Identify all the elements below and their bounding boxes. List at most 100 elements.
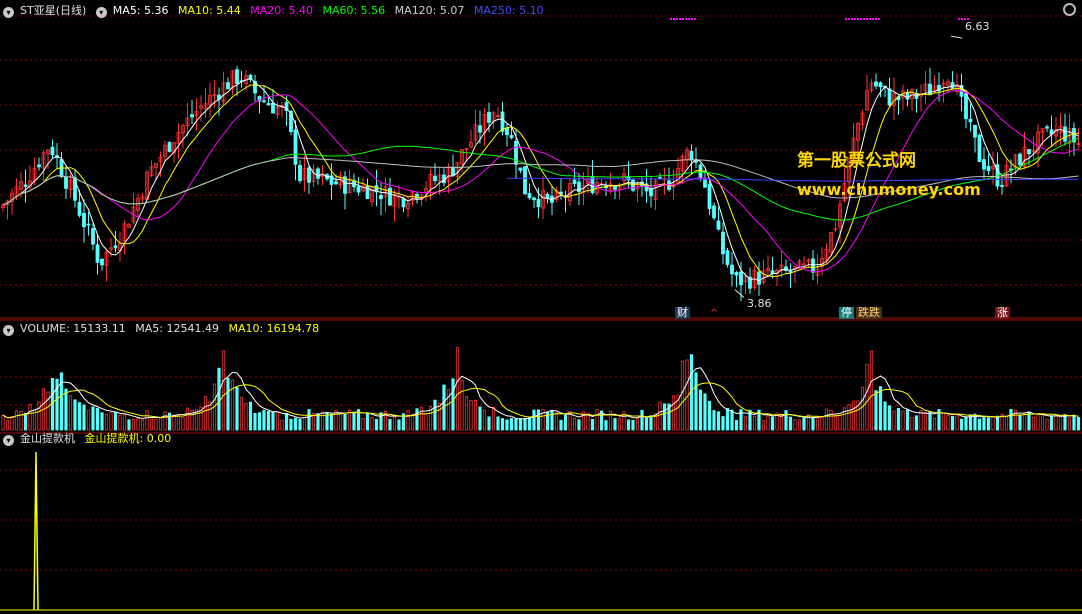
- volume-bar: [883, 401, 887, 431]
- volume-bar: [703, 393, 707, 431]
- event-tag-arrow[interactable]: ^: [708, 308, 720, 320]
- volume-bar: [167, 412, 172, 431]
- indicator-value: 金山提款机: 0.00: [84, 432, 172, 445]
- candle-body: [37, 164, 41, 168]
- candle-body: [262, 100, 266, 103]
- volume-bar: [113, 411, 118, 431]
- volume-bar: [577, 419, 581, 431]
- volume-bar: [532, 409, 536, 431]
- candle-body: [505, 127, 509, 136]
- volume-bar: [815, 417, 820, 431]
- signal-dot: [958, 18, 960, 20]
- volume-bar: [464, 396, 469, 431]
- signal-dot: [682, 18, 684, 20]
- volume-bar: [590, 418, 595, 431]
- volume-bar: [991, 416, 995, 431]
- volume-ma5-line: [2, 367, 1079, 420]
- volume-bar: [1076, 417, 1081, 431]
- volume-bar: [734, 419, 739, 431]
- volume-bar: [959, 418, 964, 431]
- settings-dropdown-icon[interactable]: ▾: [95, 7, 107, 18]
- volume-bar: [203, 396, 208, 431]
- candle-body: [1027, 149, 1031, 155]
- candle-body: [725, 250, 730, 265]
- signal-dot: [872, 18, 874, 20]
- event-tag-zhang[interactable]: 涨: [995, 307, 1010, 319]
- event-tag-diedie[interactable]: 跌跌: [856, 307, 882, 319]
- ma5-label: MA5: 5.36: [112, 4, 169, 17]
- low-price-label: 3.86: [747, 297, 772, 310]
- candle-body: [316, 168, 320, 179]
- volume-bar: [163, 411, 167, 431]
- volume-bar: [455, 347, 460, 431]
- volume-bar: [352, 411, 356, 431]
- volume-bar: [1063, 414, 1067, 431]
- volume-bar: [680, 360, 685, 431]
- candle-body: [190, 114, 194, 118]
- volume-bar: [518, 418, 523, 431]
- volume-bar: [361, 418, 365, 431]
- candle-body: [235, 69, 239, 85]
- volume-bar: [658, 401, 662, 431]
- candle-body: [100, 258, 104, 266]
- volume-bar: [896, 408, 901, 431]
- volume-bar: [433, 399, 437, 431]
- volume-bar: [5, 420, 10, 431]
- candle-body: [613, 186, 617, 190]
- volume-bar: [559, 419, 563, 431]
- volume-bar: [100, 412, 104, 431]
- gear-icon[interactable]: [1063, 3, 1076, 16]
- candle-body: [95, 244, 100, 263]
- candle-body: [167, 142, 172, 152]
- candle-body: [487, 111, 491, 123]
- event-tag-ting[interactable]: 停: [839, 307, 854, 319]
- volume-bar: [721, 416, 725, 431]
- volume-bar: [302, 417, 307, 431]
- candle-body: [707, 183, 712, 210]
- volume-ma-lines: [2, 367, 1079, 420]
- candle-body: [266, 103, 271, 106]
- volume-bar: [496, 416, 500, 431]
- candle-body: [968, 118, 973, 123]
- volume-bar: [379, 412, 383, 431]
- volume-bar: [37, 401, 41, 431]
- volume-bar: [604, 420, 608, 431]
- volume-bar: [140, 419, 145, 431]
- volume-bar: [725, 407, 730, 431]
- collapse-icon[interactable]: ▾: [3, 325, 14, 336]
- candle-body: [536, 198, 541, 208]
- volume-bar: [491, 406, 496, 431]
- volume-bar: [613, 418, 617, 431]
- volume-bar: [397, 419, 401, 431]
- volume-bar: [644, 417, 649, 431]
- volume-bar: [572, 418, 577, 431]
- volume-bar: [802, 415, 806, 431]
- volume-bar: [392, 416, 397, 431]
- volume-bar: [820, 417, 824, 431]
- candle-body: [739, 271, 743, 286]
- volume-bar: [95, 407, 100, 431]
- volume-bar: [554, 412, 559, 431]
- volume-bar: [437, 402, 442, 431]
- grid-lines: [0, 15, 1082, 571]
- volume-bar: [941, 412, 946, 431]
- volume-bar: [635, 417, 640, 431]
- collapse-icon[interactable]: ▾: [3, 7, 14, 18]
- candle-body: [964, 93, 968, 120]
- signal-dot: [685, 18, 687, 20]
- volume-bar: [793, 419, 797, 431]
- volume-bar: [131, 418, 136, 431]
- volume-bar: [563, 414, 568, 431]
- signal-dot: [691, 18, 693, 20]
- signal-dot: [866, 18, 868, 20]
- volume-bar: [122, 414, 127, 431]
- volume-bar: [194, 409, 199, 431]
- event-tag-cai[interactable]: 财: [675, 307, 690, 319]
- volume-bar: [370, 417, 374, 431]
- volume-bar: [109, 412, 113, 431]
- volume-bar: [73, 399, 77, 431]
- collapse-icon[interactable]: ▾: [3, 435, 14, 446]
- volume-bar: [770, 416, 775, 431]
- volume-bar: [500, 418, 505, 431]
- volume-bar: [68, 395, 73, 431]
